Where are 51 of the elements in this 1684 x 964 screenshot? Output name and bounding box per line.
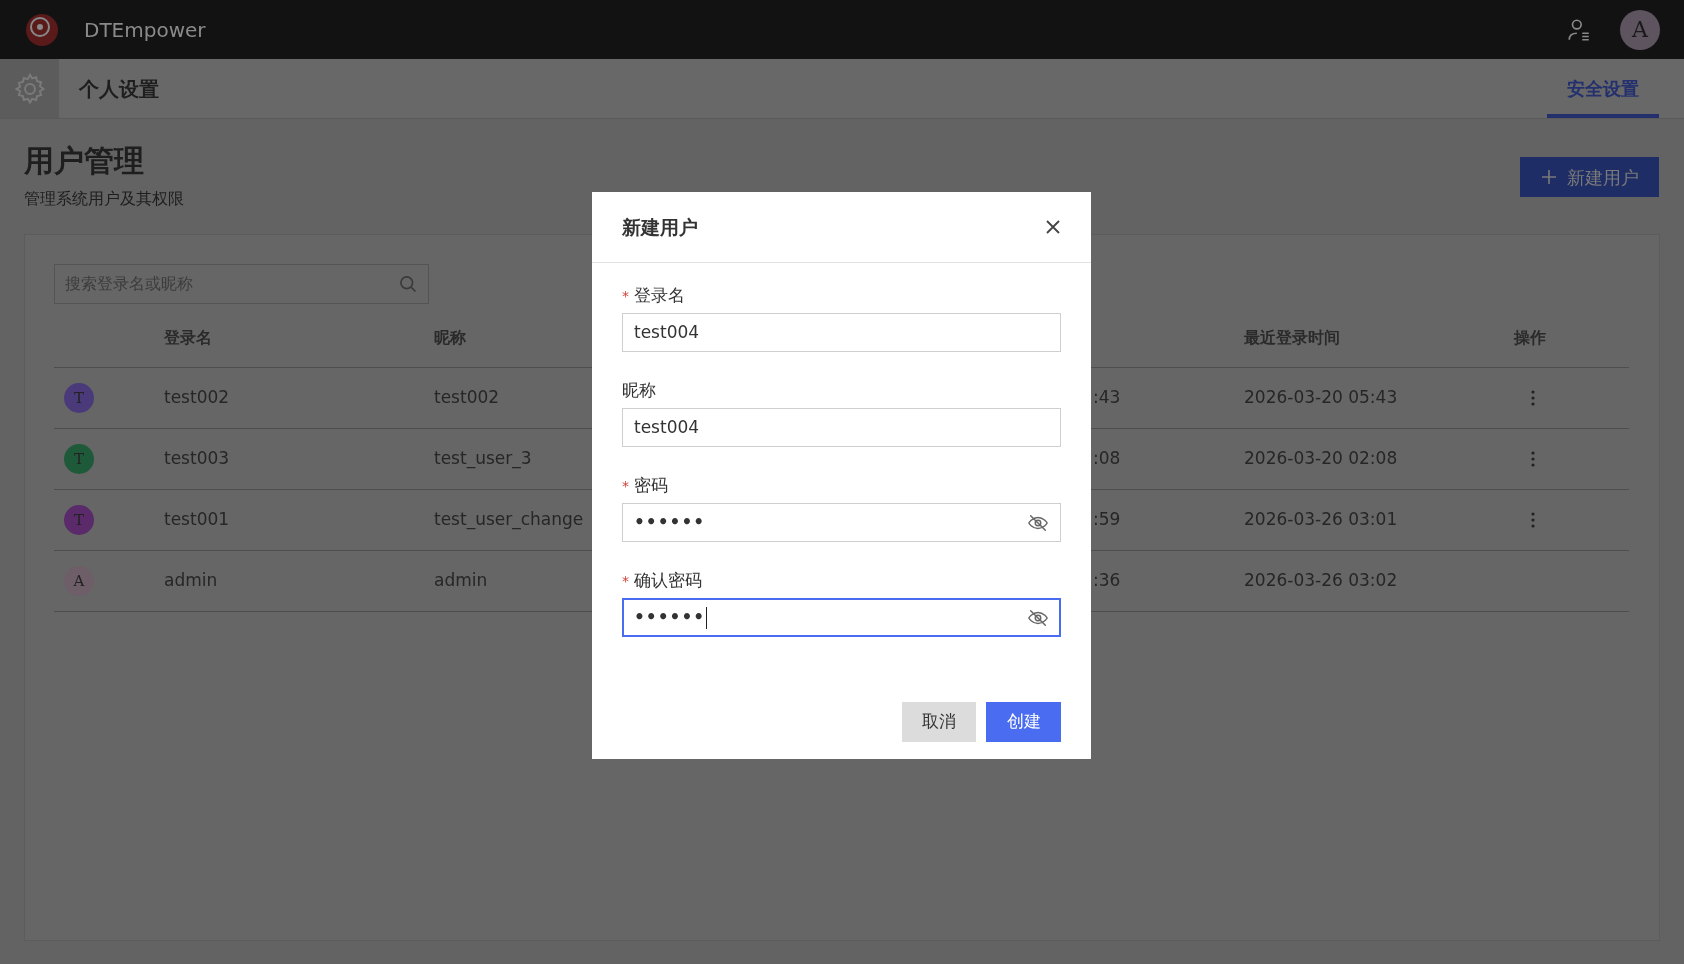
field-label: 密码	[634, 474, 668, 498]
input-field[interactable]: test004	[622, 313, 1061, 352]
field-label: 确认密码	[634, 569, 702, 593]
search-icon[interactable]	[398, 274, 418, 294]
table-cell-text: test_user_change	[434, 508, 584, 532]
user-avatar: T	[64, 383, 94, 413]
table-cell-text: 2026-03-20 02:08	[1244, 447, 1398, 471]
table-cell-text: test001	[164, 508, 230, 532]
table-cell-text: test003	[164, 447, 230, 471]
more-icon[interactable]	[1530, 389, 1536, 407]
table-cell-text: 2026-03-20 05:43	[1244, 386, 1398, 410]
input-field[interactable]: test004	[622, 408, 1061, 447]
table-cell-text: :59	[1093, 508, 1121, 532]
column-header: 最近登录时间	[1244, 326, 1340, 349]
input-field[interactable]: ••••••	[622, 598, 1061, 637]
settings-icon[interactable]	[0, 59, 59, 118]
required-mark: *	[622, 571, 629, 591]
table-cell-text: 2026-03-26 03:01	[1244, 508, 1398, 532]
column-header: 昵称	[434, 326, 466, 349]
table-cell-text: admin	[164, 569, 218, 593]
user-avatar: A	[64, 566, 94, 596]
create-button[interactable]: 创建	[986, 702, 1061, 742]
input-field[interactable]: ••••••	[622, 503, 1061, 542]
required-mark: *	[622, 476, 629, 496]
section-title: 个人设置	[79, 75, 159, 103]
table-cell-text: 2026-03-26 03:02	[1244, 569, 1398, 593]
page-title: 用户管理	[24, 142, 145, 180]
table-cell-text: :43	[1093, 386, 1121, 410]
user-avatar: T	[64, 505, 94, 535]
required-mark: *	[622, 286, 629, 306]
logo-icon	[24, 11, 60, 48]
table-cell-text: test002	[434, 386, 500, 410]
table-cell-text: :36	[1093, 569, 1121, 593]
column-header: 操作	[1514, 326, 1546, 349]
user-avatar: T	[64, 444, 94, 474]
dialog-title: 新建用户	[622, 214, 698, 240]
more-icon[interactable]	[1530, 511, 1536, 529]
page-subtitle: 管理系统用户及其权限	[24, 188, 184, 210]
field-label: 昵称	[622, 379, 656, 403]
table-cell-text: admin	[434, 569, 488, 593]
plus-icon	[1540, 169, 1557, 185]
table-cell-text: test002	[164, 386, 230, 410]
brand-name: DTEmpower	[84, 16, 206, 44]
cancel-button[interactable]: 取消	[902, 702, 976, 742]
table-cell-text: test_user_3	[434, 447, 532, 471]
table-cell-text: :08	[1093, 447, 1121, 471]
column-header: 登录名	[164, 326, 212, 349]
user-list-icon[interactable]	[1566, 16, 1592, 43]
more-icon[interactable]	[1530, 450, 1536, 468]
close-icon[interactable]	[1045, 219, 1061, 235]
field-label: 登录名	[634, 284, 685, 308]
